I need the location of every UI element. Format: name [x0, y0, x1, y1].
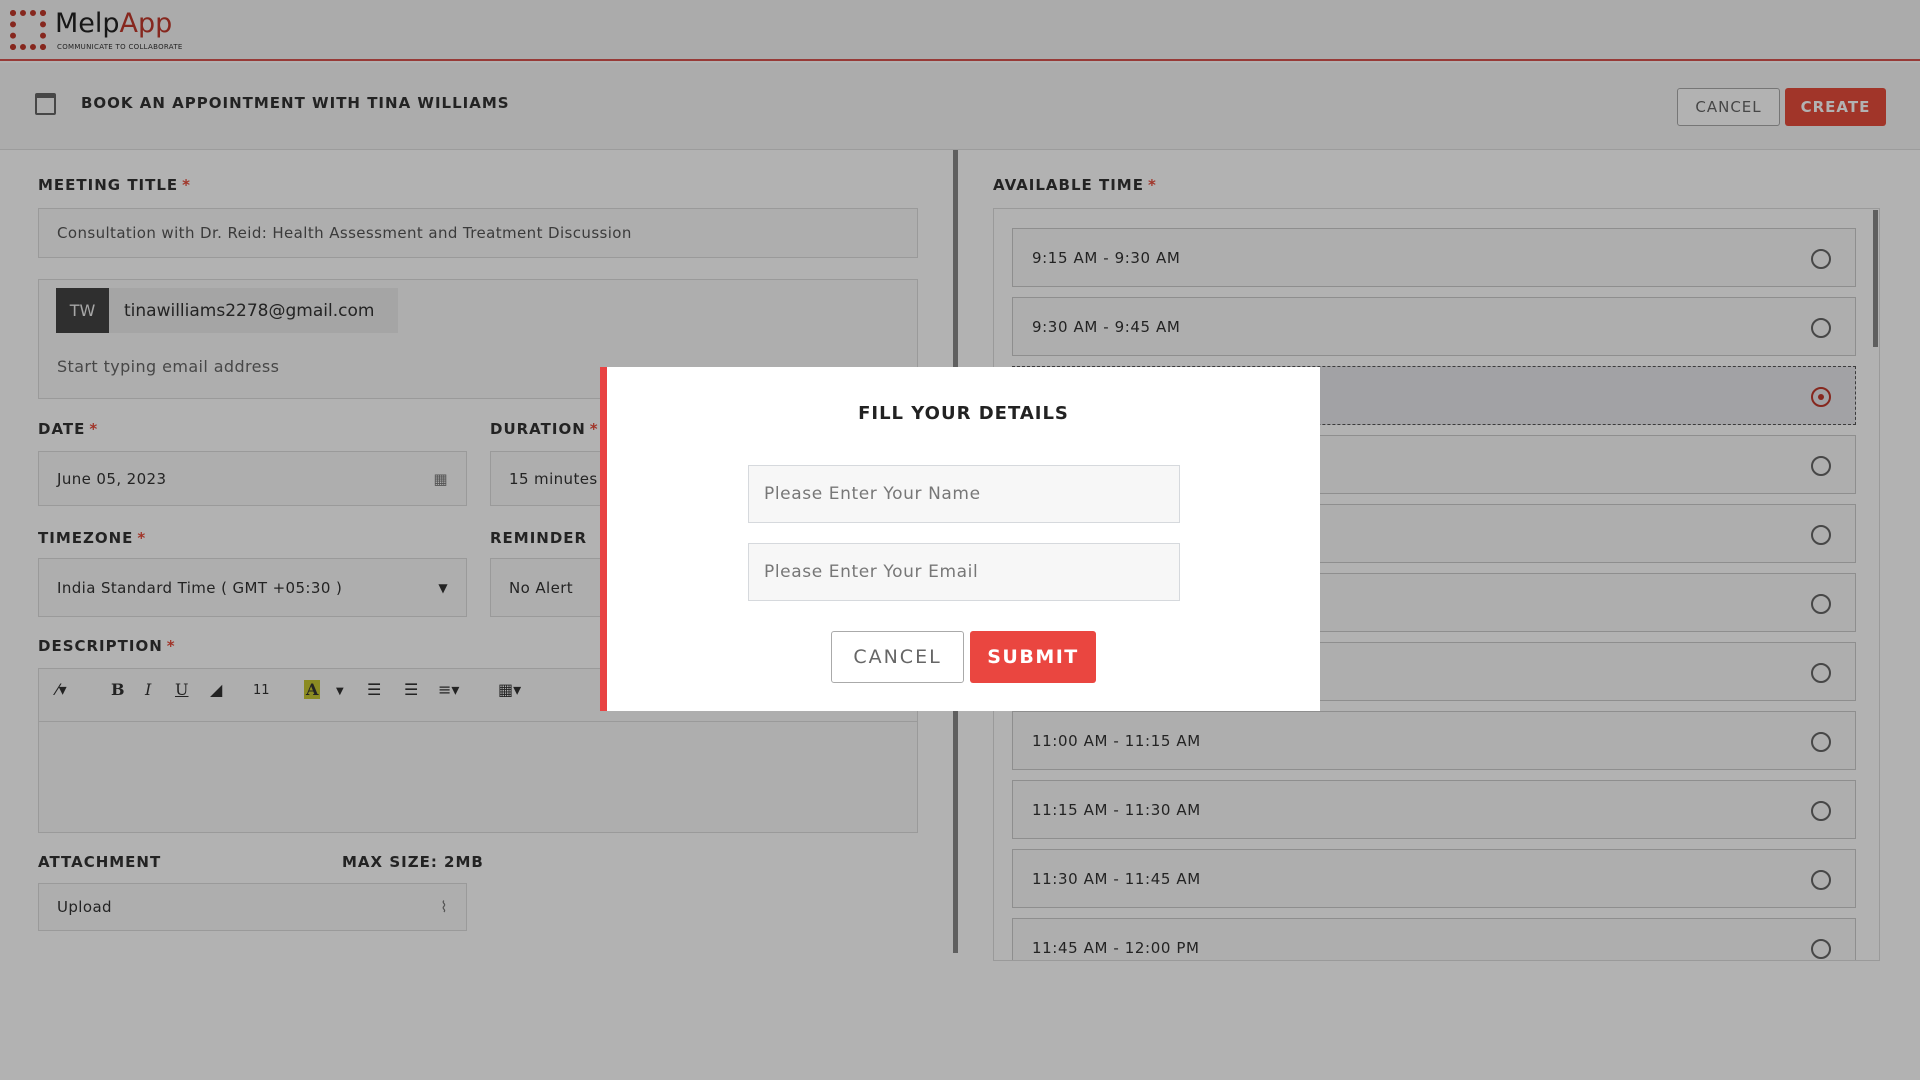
email-input[interactable]: Please Enter Your Email [748, 543, 1180, 601]
modal-title: FILL YOUR DETAILS [858, 403, 1069, 424]
modal-cancel-button[interactable]: CANCEL [831, 631, 964, 683]
name-input[interactable]: Please Enter Your Name [748, 465, 1180, 523]
submit-button[interactable]: SUBMIT [970, 631, 1096, 683]
fill-details-modal: FILL YOUR DETAILS Please Enter Your Name… [600, 367, 1320, 711]
